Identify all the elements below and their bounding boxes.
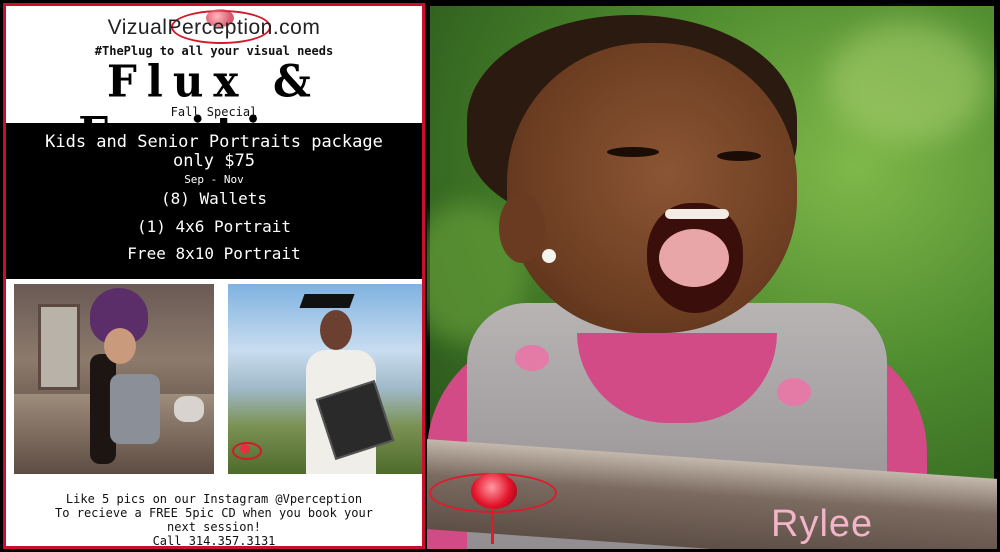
package-price: only $75: [173, 151, 255, 171]
eye-shape: [607, 147, 659, 157]
button-shape: [515, 345, 549, 371]
promo-line-4: Call 314.357.3131: [152, 534, 276, 548]
eye-shape: [717, 151, 761, 161]
package-title: Kids and Senior Portraits package: [45, 132, 383, 152]
child-laughing-photo: Rylee: [427, 3, 997, 549]
flyer: VizualPerception.com #ThePlug to all you…: [3, 3, 425, 549]
promo-line-3: next session!: [167, 520, 261, 534]
package-item-8x10: Free 8x10 Portrait: [127, 244, 301, 263]
ear-shape: [499, 193, 545, 263]
grad-cap-shape: [299, 294, 355, 308]
promo-line-2: To recieve a FREE 5pic CD when you book …: [55, 506, 373, 520]
logo-dot-icon: [471, 473, 517, 509]
door-shape: [38, 304, 80, 390]
earring-shape: [542, 249, 556, 263]
face-shape: [320, 310, 352, 350]
body-shape: [110, 374, 160, 444]
tongue-shape: [659, 229, 729, 287]
teeth-shape: [665, 209, 729, 219]
button-shape: [777, 378, 811, 406]
package-band: Kids and Senior Portraits package only $…: [6, 123, 422, 279]
promo-line-1: Like 5 pics on our Instagram @Vperceptio…: [65, 492, 363, 506]
face-shape: [507, 43, 797, 333]
promo-text: Like 5 pics on our Instagram @Vperceptio…: [6, 492, 422, 548]
face-shape: [104, 328, 136, 364]
bokeh-shape: [827, 23, 987, 143]
site-name: VizualPerception.com: [107, 16, 321, 39]
logo-stem-icon: [491, 508, 494, 544]
logo-dot-icon: [240, 444, 250, 454]
senior-portrait-photo: [228, 284, 422, 474]
flyer-subtitle: Fall Special: [170, 105, 258, 119]
kid-portrait-photo: [14, 284, 214, 474]
package-dates: Sep - Nov: [184, 173, 244, 186]
shoe-shape: [174, 396, 204, 422]
package-item-4x6: (1) 4x6 Portrait: [136, 217, 292, 236]
child-name-label: Rylee: [771, 503, 874, 545]
package-item-wallets: (8) Wallets: [161, 189, 267, 208]
